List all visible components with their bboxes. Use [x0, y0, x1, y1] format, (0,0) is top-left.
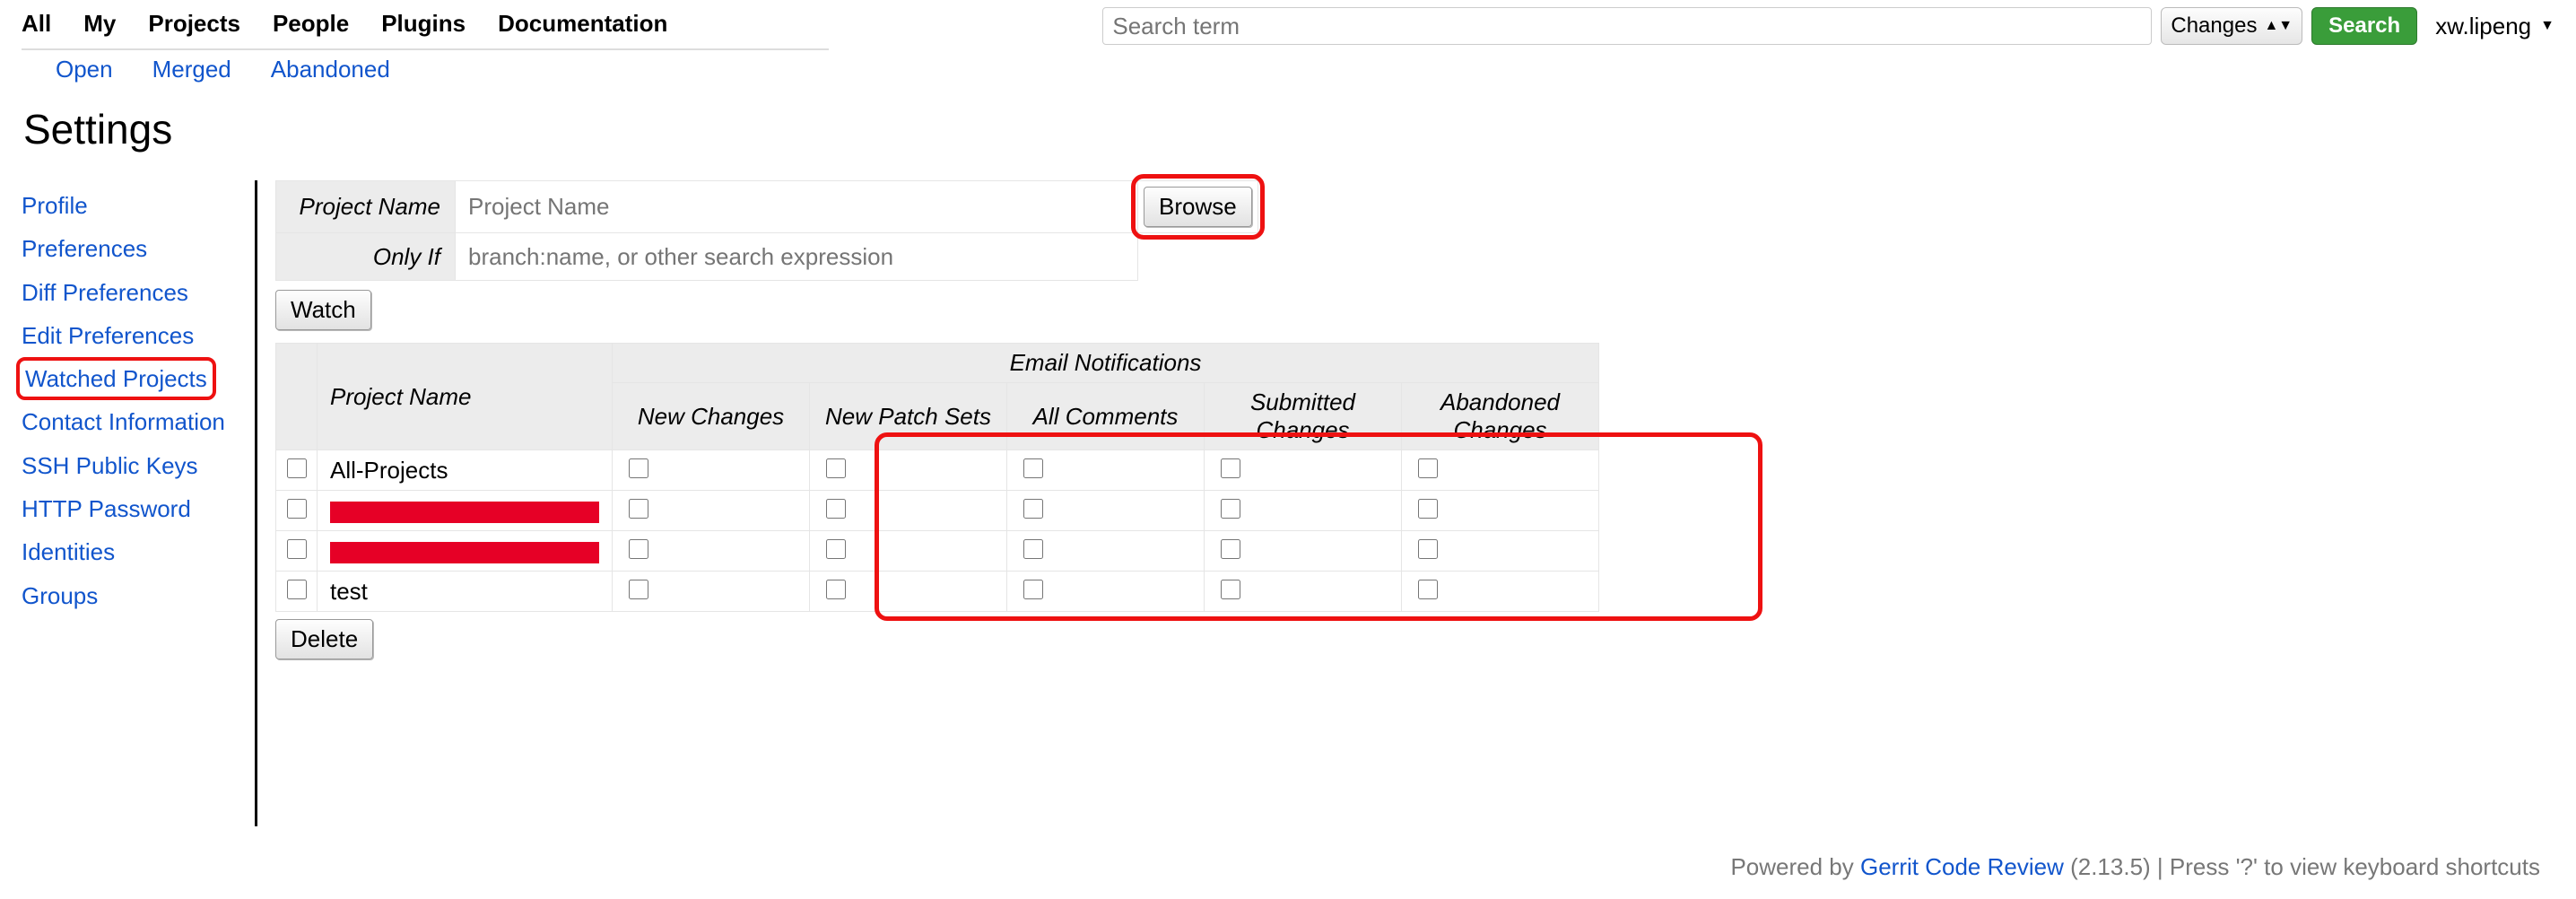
notify-new-patch-sets-checkbox[interactable] — [826, 539, 846, 559]
sidebar-item-watched-projects[interactable]: Watched Projects — [16, 357, 216, 400]
notify-all-comments-checkbox[interactable] — [1023, 580, 1043, 599]
row-select-checkbox[interactable] — [287, 458, 307, 478]
chevron-updown-icon: ▲▼ — [2264, 19, 2293, 33]
table-row — [276, 531, 1599, 572]
nav-documentation[interactable]: Documentation — [498, 10, 667, 38]
notify-new-changes-checkbox[interactable] — [629, 580, 648, 599]
chevron-down-icon: ▼ — [2540, 18, 2554, 34]
subnav-abandoned[interactable]: Abandoned — [271, 56, 390, 83]
search-scope-select[interactable]: Changes ▲▼ — [2161, 7, 2302, 45]
col-submitted-changes: Submitted Changes — [1205, 383, 1402, 450]
notify-all-comments-checkbox[interactable] — [1023, 499, 1043, 519]
col-new-changes: New Changes — [613, 383, 810, 450]
user-menu[interactable]: xw.lipeng ▼ — [2435, 13, 2554, 40]
sidebar-item-profile[interactable]: Profile — [16, 184, 248, 227]
notify-abandoned-changes-checkbox[interactable] — [1418, 458, 1438, 478]
sidebar-item-contact-information[interactable]: Contact Information — [16, 400, 248, 443]
nav-all[interactable]: All — [22, 10, 51, 38]
row-select-checkbox[interactable] — [287, 499, 307, 519]
sidebar-item-edit-preferences[interactable]: Edit Preferences — [16, 314, 248, 357]
sub-nav: Open Merged Abandoned — [56, 56, 829, 83]
watch-form: Project Name Browse Only If — [275, 180, 1258, 281]
notify-submitted-changes-checkbox[interactable] — [1221, 499, 1240, 519]
footer-version: (2.13.5) | Press '?' to view keyboard sh… — [2064, 853, 2540, 880]
sidebar-item-diff-preferences[interactable]: Diff Preferences — [16, 271, 248, 314]
top-nav: All My Projects People Plugins Documenta… — [22, 10, 667, 43]
col-abandoned-changes: Abandoned Changes — [1402, 383, 1599, 450]
only-if-label: Only If — [276, 233, 456, 281]
notify-submitted-changes-checkbox[interactable] — [1221, 539, 1240, 559]
project-cell — [318, 531, 613, 572]
subnav-open[interactable]: Open — [56, 56, 113, 83]
notify-abandoned-changes-checkbox[interactable] — [1418, 499, 1438, 519]
footer: Powered by Gerrit Code Review (2.13.5) |… — [0, 826, 2576, 899]
notify-all-comments-checkbox[interactable] — [1023, 539, 1043, 559]
sidebar-item-http-password[interactable]: HTTP Password — [16, 487, 248, 530]
settings-sidebar: Profile Preferences Diff Preferences Edi… — [13, 180, 248, 826]
redacted-text — [330, 542, 599, 563]
table-row: test — [276, 572, 1599, 612]
subnav-merged[interactable]: Merged — [152, 56, 231, 83]
search-button[interactable]: Search — [2311, 7, 2417, 45]
nav-people[interactable]: People — [273, 10, 349, 38]
table-row: All-Projects — [276, 450, 1599, 491]
notify-new-patch-sets-checkbox[interactable] — [826, 580, 846, 599]
col-email-notifications: Email Notifications — [613, 344, 1599, 383]
notify-new-changes-checkbox[interactable] — [629, 499, 648, 519]
search-scope-label: Changes — [2171, 13, 2257, 39]
project-cell: All-Projects — [318, 450, 613, 491]
search-input[interactable] — [1102, 7, 2152, 45]
notify-submitted-changes-checkbox[interactable] — [1221, 458, 1240, 478]
footer-prefix: Powered by — [1730, 853, 1860, 880]
table-row — [276, 491, 1599, 531]
delete-button[interactable]: Delete — [275, 619, 373, 659]
only-if-input[interactable] — [456, 233, 1137, 280]
browse-button[interactable]: Browse — [1144, 187, 1252, 227]
sidebar-item-ssh-public-keys[interactable]: SSH Public Keys — [16, 444, 248, 487]
nav-plugins[interactable]: Plugins — [381, 10, 466, 38]
sidebar-item-identities[interactable]: Identities — [16, 530, 248, 573]
nav-my[interactable]: My — [83, 10, 116, 38]
notify-abandoned-changes-checkbox[interactable] — [1418, 580, 1438, 599]
page-title: Settings — [23, 105, 2576, 153]
notify-abandoned-changes-checkbox[interactable] — [1418, 539, 1438, 559]
sidebar-item-preferences[interactable]: Preferences — [16, 227, 248, 270]
project-cell — [318, 491, 613, 531]
footer-link[interactable]: Gerrit Code Review — [1860, 853, 2064, 880]
col-all-comments: All Comments — [1007, 383, 1205, 450]
user-name: xw.lipeng — [2435, 13, 2531, 40]
sidebar-item-groups[interactable]: Groups — [16, 574, 248, 617]
project-name-input[interactable] — [456, 184, 1137, 231]
project-cell: test — [318, 572, 613, 612]
col-new-patch-sets: New Patch Sets — [810, 383, 1007, 450]
row-select-checkbox[interactable] — [287, 580, 307, 599]
row-select-checkbox[interactable] — [287, 539, 307, 559]
col-project-name: Project Name — [318, 344, 613, 450]
watched-projects-table: Project Name Email Notifications New Cha… — [275, 343, 1599, 612]
vertical-divider — [255, 180, 257, 826]
project-name-label: Project Name — [276, 181, 456, 233]
notify-submitted-changes-checkbox[interactable] — [1221, 580, 1240, 599]
notify-new-changes-checkbox[interactable] — [629, 539, 648, 559]
notify-all-comments-checkbox[interactable] — [1023, 458, 1043, 478]
nav-projects[interactable]: Projects — [148, 10, 240, 38]
notify-new-changes-checkbox[interactable] — [629, 458, 648, 478]
watch-button[interactable]: Watch — [275, 290, 371, 330]
notify-new-patch-sets-checkbox[interactable] — [826, 458, 846, 478]
redacted-text — [330, 502, 599, 523]
notify-new-patch-sets-checkbox[interactable] — [826, 499, 846, 519]
